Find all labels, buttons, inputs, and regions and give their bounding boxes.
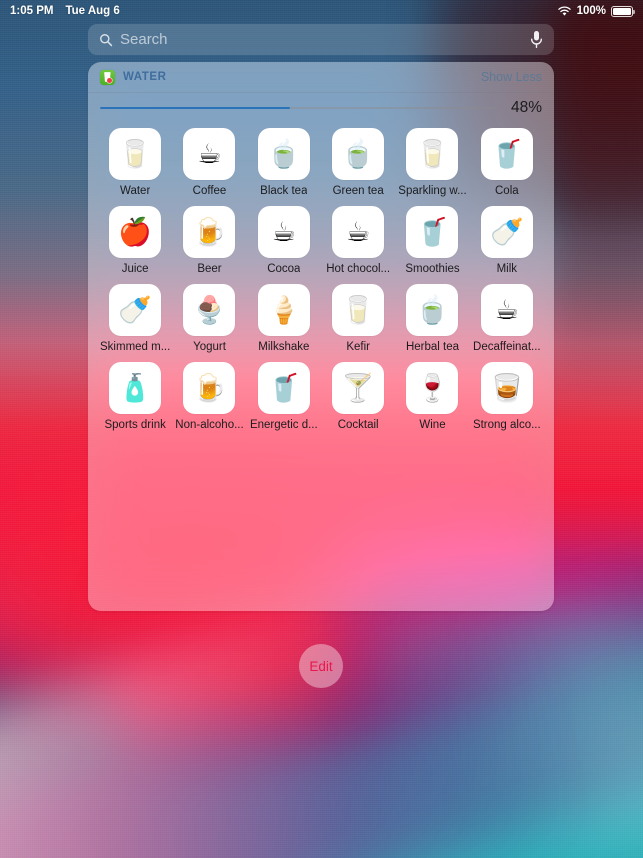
water-app-icon: [100, 69, 115, 85]
drink-label: Sparkling w...: [398, 185, 467, 197]
drink-label: Cocoa: [267, 263, 301, 275]
drink-tile[interactable]: 🍵 Black tea: [247, 128, 321, 197]
status-bar-right: 100%: [557, 5, 636, 17]
drink-icon: 🥛: [332, 284, 385, 336]
drink-tile[interactable]: 🥤 Smoothies: [395, 206, 469, 275]
drink-tile[interactable]: 🧴 Sports drink: [98, 362, 172, 431]
drink-tile[interactable]: 🍺 Non-alcoho...: [172, 362, 246, 431]
drink-tile[interactable]: 🍎 Juice: [98, 206, 172, 275]
drink-icon: ☕: [257, 206, 310, 258]
drink-icon: 🍦: [257, 284, 310, 336]
drink-label: Sports drink: [104, 419, 166, 431]
drink-icon: 🥤: [257, 362, 310, 414]
drink-tile[interactable]: 🥤 Energetic d...: [247, 362, 321, 431]
drink-icon: 🍨: [183, 284, 236, 336]
battery-icon: [611, 5, 636, 17]
drink-label: Milkshake: [258, 341, 310, 353]
widget-header: WATER Show Less: [88, 62, 554, 93]
drink-label: Hot chocol...: [326, 263, 391, 275]
drink-tile[interactable]: 🥤 Cola: [470, 128, 544, 197]
drink-label: Juice: [121, 263, 149, 275]
drink-label: Kefir: [346, 341, 370, 353]
status-bar: 1:05 PM Tue Aug 6 100%: [0, 0, 643, 22]
drink-tile[interactable]: 🥃 Strong alco...: [470, 362, 544, 431]
drink-icon: 🍼: [480, 206, 533, 258]
search-input[interactable]: [120, 31, 530, 48]
search-icon: [100, 33, 113, 46]
drink-label: Coffee: [192, 185, 227, 197]
battery-percent-label: 100%: [576, 5, 606, 17]
edit-button[interactable]: Edit: [299, 644, 343, 688]
drink-tile[interactable]: ☕ Cocoa: [247, 206, 321, 275]
drink-tile[interactable]: 🍷 Wine: [395, 362, 469, 431]
drink-label: Smoothies: [405, 263, 460, 275]
drink-tile[interactable]: 🍵 Green tea: [321, 128, 395, 197]
drink-label: Beer: [197, 263, 222, 275]
drink-icon: 🍷: [406, 362, 459, 414]
drink-label: Milk: [496, 263, 518, 275]
show-less-button[interactable]: Show Less: [481, 70, 542, 84]
search-bar[interactable]: [88, 24, 554, 55]
progress-bar-track: [100, 106, 496, 110]
drink-icon: ☕: [332, 206, 385, 258]
drink-tile[interactable]: 🍼 Skimmed m...: [98, 284, 172, 353]
drink-icon: 🍺: [183, 362, 236, 414]
drink-label: Green tea: [332, 185, 384, 197]
drink-icon: 🥃: [480, 362, 533, 414]
drink-icon: 🥛: [109, 128, 162, 180]
drink-icon: 🧴: [109, 362, 162, 414]
status-bar-left: 1:05 PM Tue Aug 6: [10, 5, 120, 17]
drink-label: Strong alco...: [472, 419, 541, 431]
drink-label: Herbal tea: [405, 341, 460, 353]
drink-icon: 🥤: [480, 128, 533, 180]
drink-tile[interactable]: ☕ Hot chocol...: [321, 206, 395, 275]
progress-row: 48%: [88, 93, 554, 122]
drink-tile[interactable]: 🍺 Beer: [172, 206, 246, 275]
drink-icon: 🥛: [406, 128, 459, 180]
drink-tile[interactable]: 🥛 Sparkling w...: [395, 128, 469, 197]
drink-label: Black tea: [260, 185, 308, 197]
drink-tile[interactable]: 🍦 Milkshake: [247, 284, 321, 353]
drink-tile[interactable]: 🍼 Milk: [470, 206, 544, 275]
widget-title: WATER: [123, 71, 167, 83]
drink-tile[interactable]: 🍸 Cocktail: [321, 362, 395, 431]
drink-label: Yogurt: [193, 341, 226, 353]
drink-icon: 🍵: [406, 284, 459, 336]
drinks-grid: 🥛 Water ☕ Coffee 🍵 Black tea 🍵 Green tea 🥛 Sparkl…: [88, 122, 554, 431]
drink-label: Water: [120, 185, 151, 197]
drink-icon: 🍸: [332, 362, 385, 414]
drink-icon: 🍵: [332, 128, 385, 180]
water-widget: WATER Show Less 48% 🥛 Water ☕ Coffee 🍵 Black …: [88, 62, 554, 611]
drink-icon: ☕: [183, 128, 236, 180]
drink-tile[interactable]: ☕ Coffee: [172, 128, 246, 197]
drink-label: Skimmed m...: [100, 341, 171, 353]
drink-tile[interactable]: 🥛 Kefir: [321, 284, 395, 353]
microphone-icon[interactable]: [530, 30, 543, 49]
drink-icon: 🥤: [406, 206, 459, 258]
status-time: 1:05 PM: [10, 5, 54, 17]
wifi-icon: [557, 6, 571, 16]
status-date: Tue Aug 6: [65, 5, 120, 17]
drink-label: Decaffeinat...: [473, 341, 541, 353]
drink-label: Energetic d...: [249, 419, 318, 431]
drink-icon: 🍼: [109, 284, 162, 336]
drink-label: Wine: [419, 419, 446, 431]
progress-bar-fill: [100, 106, 291, 110]
drink-tile[interactable]: ☕ Decaffeinat...: [470, 284, 544, 353]
drink-tile[interactable]: 🍨 Yogurt: [172, 284, 246, 353]
drink-icon: ☕: [480, 284, 533, 336]
drink-tile[interactable]: 🍵 Herbal tea: [395, 284, 469, 353]
drink-icon: 🍺: [183, 206, 236, 258]
progress-percent-label: 48%: [510, 99, 542, 116]
drink-label: Cola: [495, 185, 519, 197]
drink-icon: 🍵: [257, 128, 310, 180]
drink-label: Cocktail: [337, 419, 379, 431]
drink-label: Non-alcoho...: [175, 419, 244, 431]
drink-icon: 🍎: [109, 206, 162, 258]
drink-tile[interactable]: 🥛 Water: [98, 128, 172, 197]
